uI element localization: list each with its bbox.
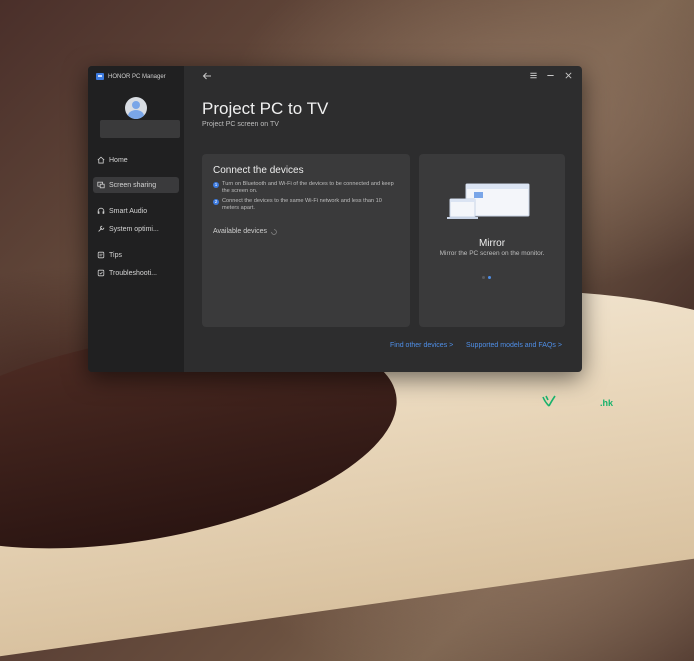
menu-icon[interactable] bbox=[529, 71, 538, 80]
mirror-title: Mirror bbox=[478, 238, 506, 249]
connect-heading: Connect the devices bbox=[213, 165, 304, 176]
sidebar-item-screen-sharing[interactable]: Screen sharing bbox=[93, 177, 179, 193]
connect-step-1: 1 Turn on Bluetooth and Wi-Fi of the dev… bbox=[213, 181, 399, 195]
sidebar-item-home[interactable]: Home bbox=[93, 152, 179, 168]
available-devices-text: Available devices bbox=[213, 228, 267, 235]
sidebar-item-label: Tips bbox=[109, 251, 122, 259]
carousel-dot-active[interactable] bbox=[488, 276, 491, 279]
page-title: Project PC to TV bbox=[202, 99, 329, 118]
connect-step-2: 2 Connect the devices to the same Wi-Fi … bbox=[213, 198, 399, 212]
sidebar-item-smart-audio[interactable]: Smart Audio bbox=[93, 203, 179, 219]
close-icon[interactable] bbox=[564, 71, 573, 80]
app-window: HONOR PC Manager Home Screen sharing Sma… bbox=[88, 66, 582, 372]
home-icon bbox=[97, 156, 105, 164]
main-content: Project PC to TV Project PC screen on TV… bbox=[184, 66, 582, 372]
mirror-illustration bbox=[447, 183, 530, 219]
sidebar-item-label: Troubleshooti... bbox=[109, 269, 157, 277]
avatar[interactable] bbox=[125, 97, 147, 119]
carousel-dot[interactable] bbox=[482, 276, 485, 279]
watermark-logo-icon bbox=[542, 395, 556, 407]
troubleshoot-icon bbox=[97, 269, 105, 277]
step-text: Connect the devices to the same Wi-Fi ne… bbox=[222, 198, 382, 211]
mirror-description: Mirror the PC screen on the monitor. bbox=[439, 250, 545, 257]
connect-devices-card: Connect the devices 1 Turn on Bluetooth … bbox=[202, 154, 410, 327]
screen-share-icon bbox=[97, 181, 105, 189]
loading-spinner-icon bbox=[271, 228, 277, 235]
sidebar-item-tips[interactable]: Tips bbox=[93, 247, 179, 263]
supported-models-link[interactable]: Supported models and FAQs > bbox=[466, 342, 562, 349]
sidebar-item-label: Smart Audio bbox=[109, 207, 148, 215]
account-name-placeholder[interactable] bbox=[100, 120, 180, 138]
sidebar-item-label: Home bbox=[109, 156, 128, 164]
step-text: Turn on Bluetooth and Wi-Fi of the devic… bbox=[222, 181, 394, 194]
minimize-icon[interactable] bbox=[546, 71, 555, 80]
headphones-icon bbox=[97, 207, 105, 215]
app-title: HONOR PC Manager bbox=[108, 73, 166, 80]
mirror-card[interactable]: Mirror Mirror the PC screen on the monit… bbox=[419, 154, 565, 327]
app-title-bar: HONOR PC Manager bbox=[96, 73, 166, 80]
sidebar: HONOR PC Manager Home Screen sharing Sma… bbox=[88, 66, 184, 372]
wrench-icon bbox=[97, 225, 105, 233]
sidebar-item-label: Screen sharing bbox=[109, 181, 157, 189]
page-subtitle: Project PC screen on TV bbox=[202, 121, 279, 128]
sidebar-item-troubleshooting[interactable]: Troubleshooti... bbox=[93, 265, 179, 281]
find-other-devices-link[interactable]: Find other devices > bbox=[390, 342, 453, 349]
step-number: 1 bbox=[213, 181, 219, 188]
watermark-text: .hk bbox=[600, 398, 614, 408]
available-devices-label: Available devices bbox=[213, 228, 277, 235]
back-arrow-icon[interactable] bbox=[202, 71, 212, 81]
sidebar-item-system-optimization[interactable]: System optimi... bbox=[93, 221, 179, 237]
tips-icon bbox=[97, 251, 105, 259]
sidebar-item-label: System optimi... bbox=[109, 225, 159, 233]
app-logo-icon bbox=[96, 73, 104, 80]
step-number: 2 bbox=[213, 198, 219, 205]
